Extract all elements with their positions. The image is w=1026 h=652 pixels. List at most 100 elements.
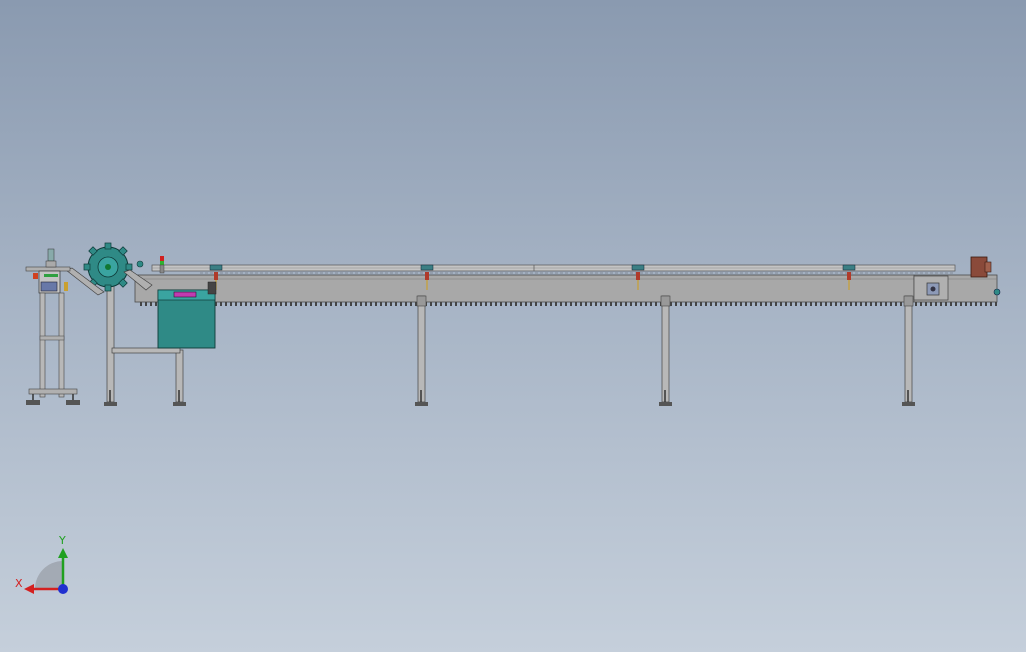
chain-tooth [545, 302, 547, 306]
chain-tooth [815, 302, 817, 306]
cabinet-indicator [173, 291, 197, 298]
chain-tooth [480, 302, 482, 306]
chain-tooth [570, 302, 572, 306]
main-conveyor-beam [134, 274, 998, 306]
chain-tooth [995, 302, 997, 306]
chain-tooth [610, 302, 612, 306]
chain-tooth [380, 302, 382, 306]
chain-tooth [615, 302, 617, 306]
chain-tooth [410, 302, 412, 306]
chain-tooth [790, 302, 792, 306]
cad-viewport[interactable]: Y X [0, 0, 1026, 652]
chain-tooth [945, 302, 947, 306]
drive-motor-box [970, 256, 988, 278]
chain-tooth [390, 302, 392, 306]
chain-tooth [150, 302, 152, 306]
chain-tooth [330, 302, 332, 306]
coordinate-triad-icon: Y X [15, 534, 68, 594]
chain-tooth [500, 302, 502, 306]
chain-tooth [430, 302, 432, 306]
chain-tooth [440, 302, 442, 306]
chain-tooth [450, 302, 452, 306]
chain-tooth [550, 302, 552, 306]
chain-tooth [400, 302, 402, 306]
chain-tooth [855, 302, 857, 306]
triad-y-label: Y [58, 534, 66, 547]
chain-tooth [155, 302, 157, 306]
chain-tooth [730, 302, 732, 306]
chain-tooth [575, 302, 577, 306]
chain-tooth [990, 302, 992, 306]
chain-tooth [505, 302, 507, 306]
chain-tooth [525, 302, 527, 306]
chain-tooth [540, 302, 542, 306]
chain-tooth [735, 302, 737, 306]
leveling-foot-icon [26, 400, 40, 405]
chain-tooth [535, 302, 537, 306]
chain-tooth [630, 302, 632, 306]
chain-tooth [785, 302, 787, 306]
chain-tooth [745, 302, 747, 306]
chain-tooth [925, 302, 927, 306]
chain-tooth [985, 302, 987, 306]
chain-tooth [675, 302, 677, 306]
chain-tooth [695, 302, 697, 306]
chain-tooth [830, 302, 832, 306]
chain-tooth [765, 302, 767, 306]
chain-tooth [495, 302, 497, 306]
chain-tooth [310, 302, 312, 306]
control-cabinet[interactable] [157, 281, 217, 349]
chain-tooth [520, 302, 522, 306]
leveling-foot-icon [173, 402, 186, 406]
chain-tooth [435, 302, 437, 306]
chain-tooth [270, 302, 272, 306]
chain-tooth [620, 302, 622, 306]
chain-tooth [650, 302, 652, 306]
stack-light-icon [159, 256, 165, 274]
chain-tooth [555, 302, 557, 306]
chain-tooth [355, 302, 357, 306]
chain-tooth [970, 302, 972, 306]
conveyor-assembly-model[interactable]: Y X [0, 0, 1026, 652]
chain-tooth [580, 302, 582, 306]
chain-tooth [300, 302, 302, 306]
chain-tooth [240, 302, 242, 306]
chain-tooth [455, 302, 457, 306]
chain-tooth [930, 302, 932, 306]
triad-x-label: X [15, 577, 23, 590]
chain-tooth [360, 302, 362, 306]
chain-tooth [255, 302, 257, 306]
chain-tooth [805, 302, 807, 306]
chain-teeth [140, 302, 997, 306]
chain-tooth [585, 302, 587, 306]
chain-tooth [625, 302, 627, 306]
chain-tooth [340, 302, 342, 306]
chain-tooth [975, 302, 977, 306]
chain-tooth [305, 302, 307, 306]
chain-tooth [655, 302, 657, 306]
chain-tooth [225, 302, 227, 306]
chain-tooth [960, 302, 962, 306]
chain-tooth [710, 302, 712, 306]
chain-tooth [460, 302, 462, 306]
chain-tooth [705, 302, 707, 306]
chain-tooth [775, 302, 777, 306]
chain-tooth [325, 302, 327, 306]
chain-tooth [940, 302, 942, 306]
chain-tooth [145, 302, 147, 306]
chain-tooth [595, 302, 597, 306]
chain-tooth [485, 302, 487, 306]
top-guide-rail [151, 264, 956, 274]
chain-tooth [230, 302, 232, 306]
chain-tooth [220, 302, 222, 306]
chain-tooth [820, 302, 822, 306]
chain-tooth [700, 302, 702, 306]
chain-tooth [645, 302, 647, 306]
leveling-foot-icon [902, 402, 915, 406]
chain-tooth [825, 302, 827, 306]
chain-tooth [965, 302, 967, 306]
chain-tooth [600, 302, 602, 306]
chain-tooth [740, 302, 742, 306]
chain-tooth [635, 302, 637, 306]
leveling-foot-icon [415, 402, 428, 406]
